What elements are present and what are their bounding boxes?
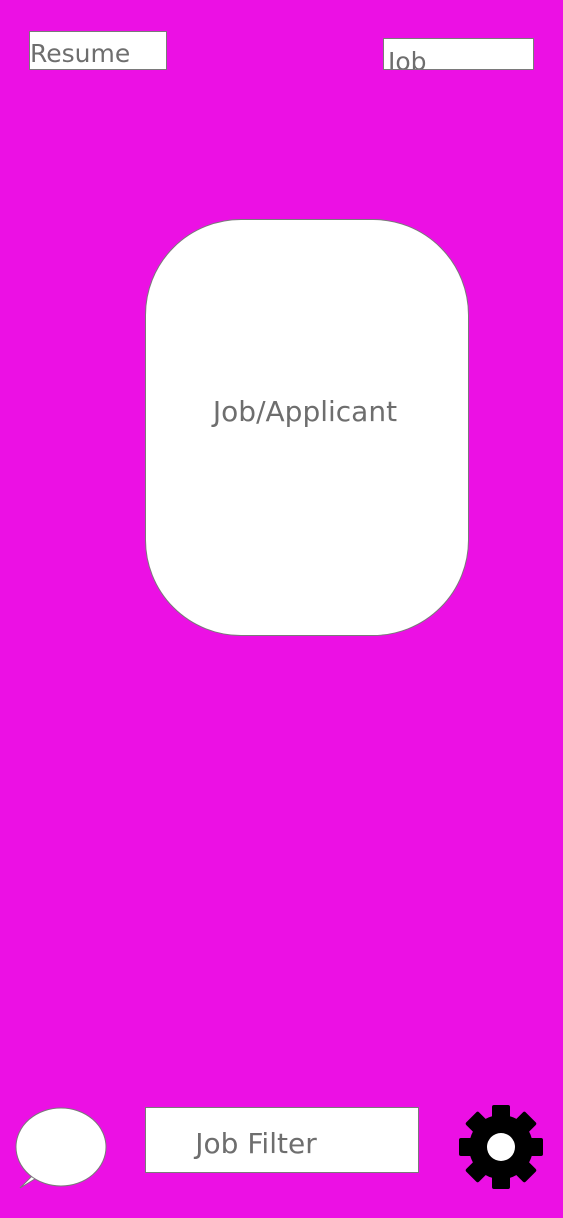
settings-button[interactable] — [457, 1103, 545, 1191]
job-filter-label: Job Filter — [195, 1126, 317, 1160]
job-applicant-card[interactable]: Job/Applicant — [145, 219, 469, 636]
resume-button[interactable]: Resume — [29, 31, 167, 70]
chat-button[interactable] — [13, 1104, 111, 1194]
job-filter-button[interactable]: Job Filter — [145, 1107, 419, 1173]
job-button[interactable]: Job — [383, 38, 534, 70]
job-button-label: Job — [388, 47, 427, 70]
speech-bubble-icon — [15, 1107, 107, 1189]
resume-button-label: Resume — [30, 39, 131, 68]
gear-icon — [459, 1105, 543, 1189]
card-label: Job/Applicant — [212, 395, 398, 428]
